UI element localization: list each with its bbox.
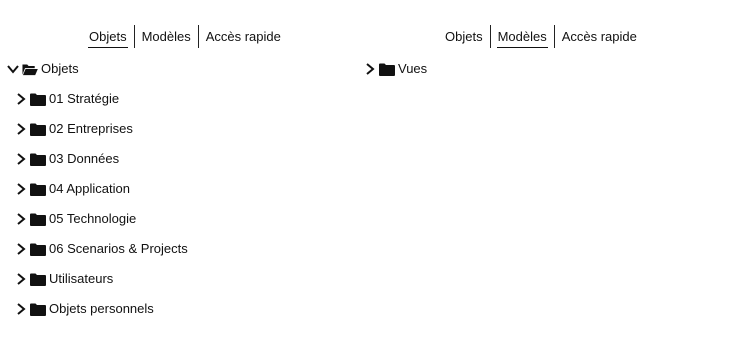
right-tab-bar: Objets Modèles Accès rapide (438, 25, 644, 48)
chevron-right-icon[interactable] (15, 272, 27, 286)
tree-item-label: Objets (41, 61, 79, 76)
tab-modeles[interactable]: Modèles (133, 25, 198, 48)
chevron-right-icon[interactable] (15, 302, 27, 316)
tree-item-application[interactable]: 04 Application (15, 179, 130, 199)
tree-root-objets[interactable]: Objets (7, 59, 79, 79)
folder-icon (379, 62, 395, 76)
folder-icon (30, 92, 46, 106)
tree-item-label: 05 Technologie (49, 211, 137, 226)
folder-icon (30, 152, 46, 166)
folder-open-icon (22, 62, 38, 76)
tree-item-scenarios-projects[interactable]: 06 Scenarios & Projects (15, 239, 188, 259)
tree-item-objets-personnels[interactable]: Objets personnels (15, 299, 154, 319)
chevron-right-icon[interactable] (15, 212, 27, 226)
folder-icon (30, 122, 46, 136)
tree-item-label: Objets personnels (49, 301, 154, 316)
folder-icon (30, 272, 46, 286)
objects-panel: Objets Modèles Accès rapide Objets 01 St… (0, 0, 360, 349)
tab-acces-rapide[interactable]: Accès rapide (197, 25, 288, 48)
chevron-right-icon[interactable] (15, 92, 27, 106)
tree-item-entreprises[interactable]: 02 Entreprises (15, 119, 133, 139)
tree-item-label: 04 Application (49, 181, 130, 196)
tab-objets[interactable]: Objets (82, 25, 134, 48)
chevron-right-icon[interactable] (15, 242, 27, 256)
tree-item-technologie[interactable]: 05 Technologie (15, 209, 136, 229)
tree-item-label: Utilisateurs (49, 271, 114, 286)
folder-icon (30, 182, 46, 196)
tree-item-strategie[interactable]: 01 Stratégie (15, 89, 119, 109)
chevron-right-icon[interactable] (15, 152, 27, 166)
folder-icon (30, 302, 46, 316)
tab-objets[interactable]: Objets (438, 25, 490, 48)
left-tab-bar: Objets Modèles Accès rapide (82, 25, 288, 48)
chevron-down-icon[interactable] (7, 62, 19, 76)
tree-item-label: Vues (398, 61, 428, 76)
tree-item-label: 03 Données (49, 151, 120, 166)
models-panel: Objets Modèles Accès rapide Vues (360, 0, 743, 349)
tab-acces-rapide[interactable]: Accès rapide (553, 25, 644, 48)
folder-icon (30, 242, 46, 256)
tree-item-label: 01 Stratégie (49, 91, 120, 106)
tree-item-donnees[interactable]: 03 Données (15, 149, 119, 169)
folder-icon (30, 212, 46, 226)
tree-item-label: 02 Entreprises (49, 121, 133, 136)
chevron-right-icon[interactable] (364, 62, 376, 76)
tree-item-vues[interactable]: Vues (364, 59, 427, 79)
tree-item-utilisateurs[interactable]: Utilisateurs (15, 269, 113, 289)
chevron-right-icon[interactable] (15, 122, 27, 136)
tree-item-label: 06 Scenarios & Projects (49, 241, 188, 256)
chevron-right-icon[interactable] (15, 182, 27, 196)
tab-modeles[interactable]: Modèles (489, 25, 554, 48)
